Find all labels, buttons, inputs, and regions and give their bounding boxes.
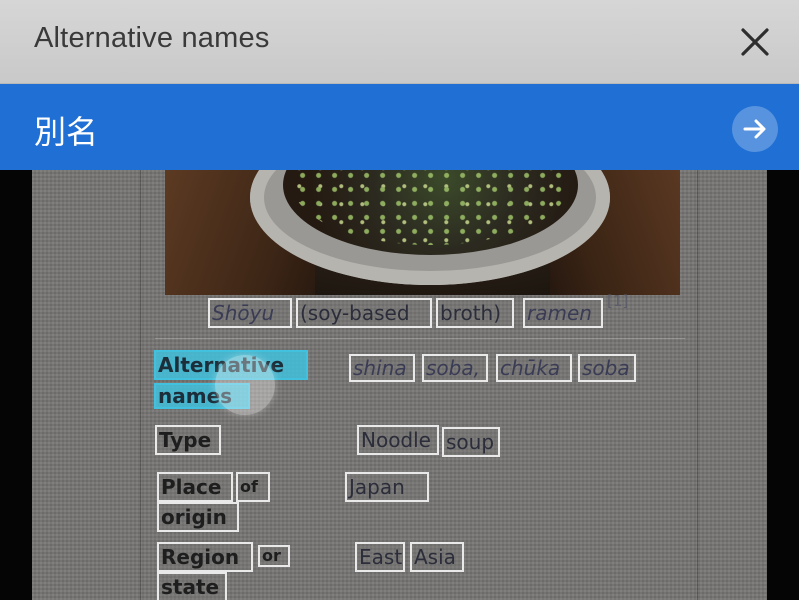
close-button[interactable]: [733, 20, 777, 64]
ocr-word[interactable]: shina: [349, 354, 415, 382]
ocr-word[interactable]: origin: [157, 502, 239, 532]
ocr-word[interactable]: soba: [578, 354, 636, 382]
arrow-right-icon: [743, 119, 766, 139]
margin-line: [140, 170, 141, 600]
ocr-word[interactable]: chūka: [496, 354, 572, 382]
ocr-word[interactable]: Type: [155, 425, 221, 455]
touch-indicator: [215, 355, 275, 415]
header-bar: Alternative names: [0, 0, 799, 84]
divider: [155, 338, 685, 339]
ocr-word[interactable]: or: [258, 545, 290, 567]
margin-line: [697, 170, 698, 600]
ocr-word[interactable]: Noodle: [357, 425, 439, 455]
ocr-word[interactable]: (soy-based: [296, 298, 432, 328]
ocr-word[interactable]: Asia: [410, 542, 464, 572]
translation-bar: 別名: [0, 84, 799, 170]
ocr-word[interactable]: broth): [436, 298, 514, 328]
close-icon: [741, 28, 769, 56]
ocr-word[interactable]: soup: [442, 427, 500, 457]
ocr-word[interactable]: Place: [157, 472, 233, 502]
header-title: Alternative names: [34, 22, 270, 54]
ocr-word[interactable]: East: [355, 542, 405, 572]
translation-text: 別名: [34, 113, 99, 151]
ocr-word[interactable]: Shōyu: [208, 298, 292, 328]
go-button[interactable]: [732, 106, 778, 152]
ocr-word[interactable]: ramen: [523, 298, 603, 328]
ramen-photo: [165, 170, 680, 295]
footnote-ref: [1]: [607, 292, 629, 310]
ocr-word[interactable]: of: [236, 472, 270, 502]
camera-view[interactable]: Shōyu (soy-based broth) ramen [1] Altern…: [0, 170, 799, 600]
ocr-word[interactable]: state: [157, 572, 227, 600]
ocr-word[interactable]: Japan: [345, 472, 429, 502]
ocr-word[interactable]: Region: [157, 542, 253, 572]
ocr-word[interactable]: soba,: [422, 354, 488, 382]
